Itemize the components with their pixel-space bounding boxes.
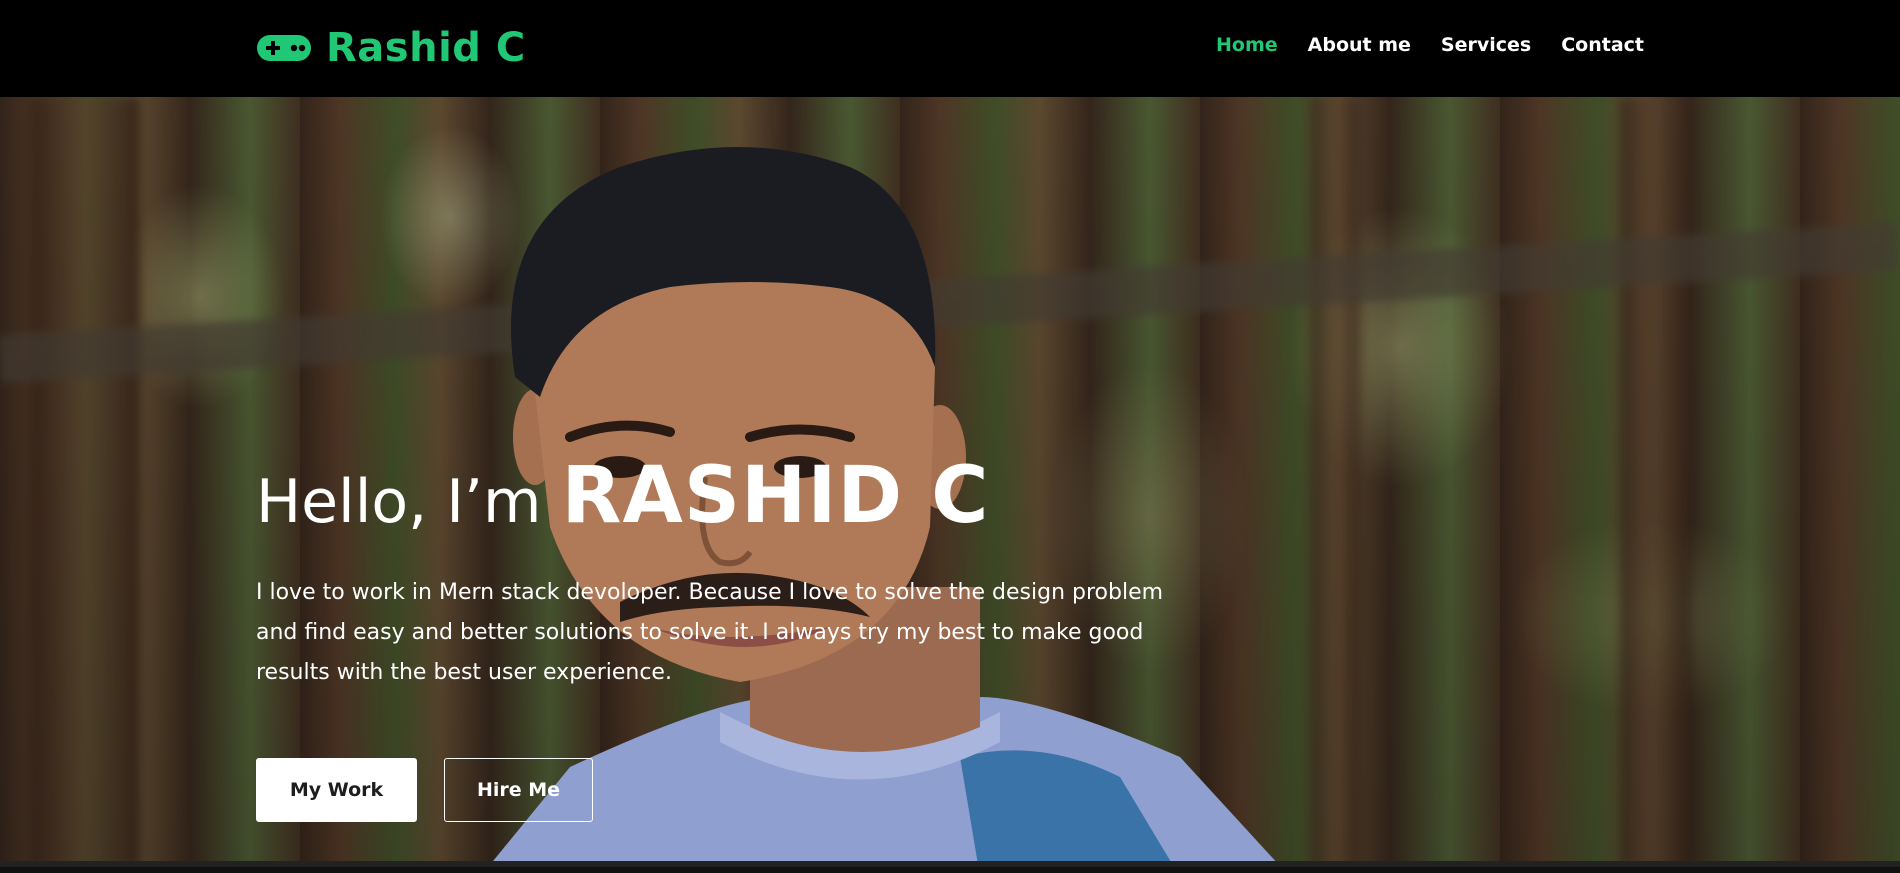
hero-title: Hello, I’m RASHID C [256, 457, 1196, 535]
nav-contact[interactable]: Contact [1561, 34, 1644, 56]
hero-bottom-edge [0, 861, 1900, 867]
hero-name: RASHID C [561, 451, 990, 541]
nav-services[interactable]: Services [1441, 34, 1531, 56]
hero-description: I love to work in Mern stack devoloper. … [256, 580, 1164, 685]
hero-section: Hello, I’m RASHID C I love to work in Me… [0, 97, 1900, 867]
gamepad-icon [257, 35, 311, 61]
nav-home[interactable]: Home [1216, 34, 1278, 56]
background-tree [30, 97, 140, 867]
my-work-button[interactable]: My Work [256, 758, 417, 822]
brand-logo-link[interactable]: Rashid C [256, 22, 526, 74]
hire-me-button[interactable]: Hire Me [444, 758, 593, 822]
background-tree [1620, 97, 1690, 867]
background-tree [1310, 97, 1360, 867]
nav-links: Home About me Services Contact [1216, 34, 1644, 56]
brand-name: Rashid C [326, 25, 526, 71]
nav-about-me[interactable]: About me [1308, 34, 1411, 56]
navbar: Rashid C Home About me Services Contact [0, 0, 1900, 97]
hero-buttons: My Work Hire Me [256, 758, 1196, 822]
hero-content: Hello, I’m RASHID C I love to work in Me… [256, 457, 1196, 822]
hero-greeting: Hello, I’m [256, 467, 542, 537]
